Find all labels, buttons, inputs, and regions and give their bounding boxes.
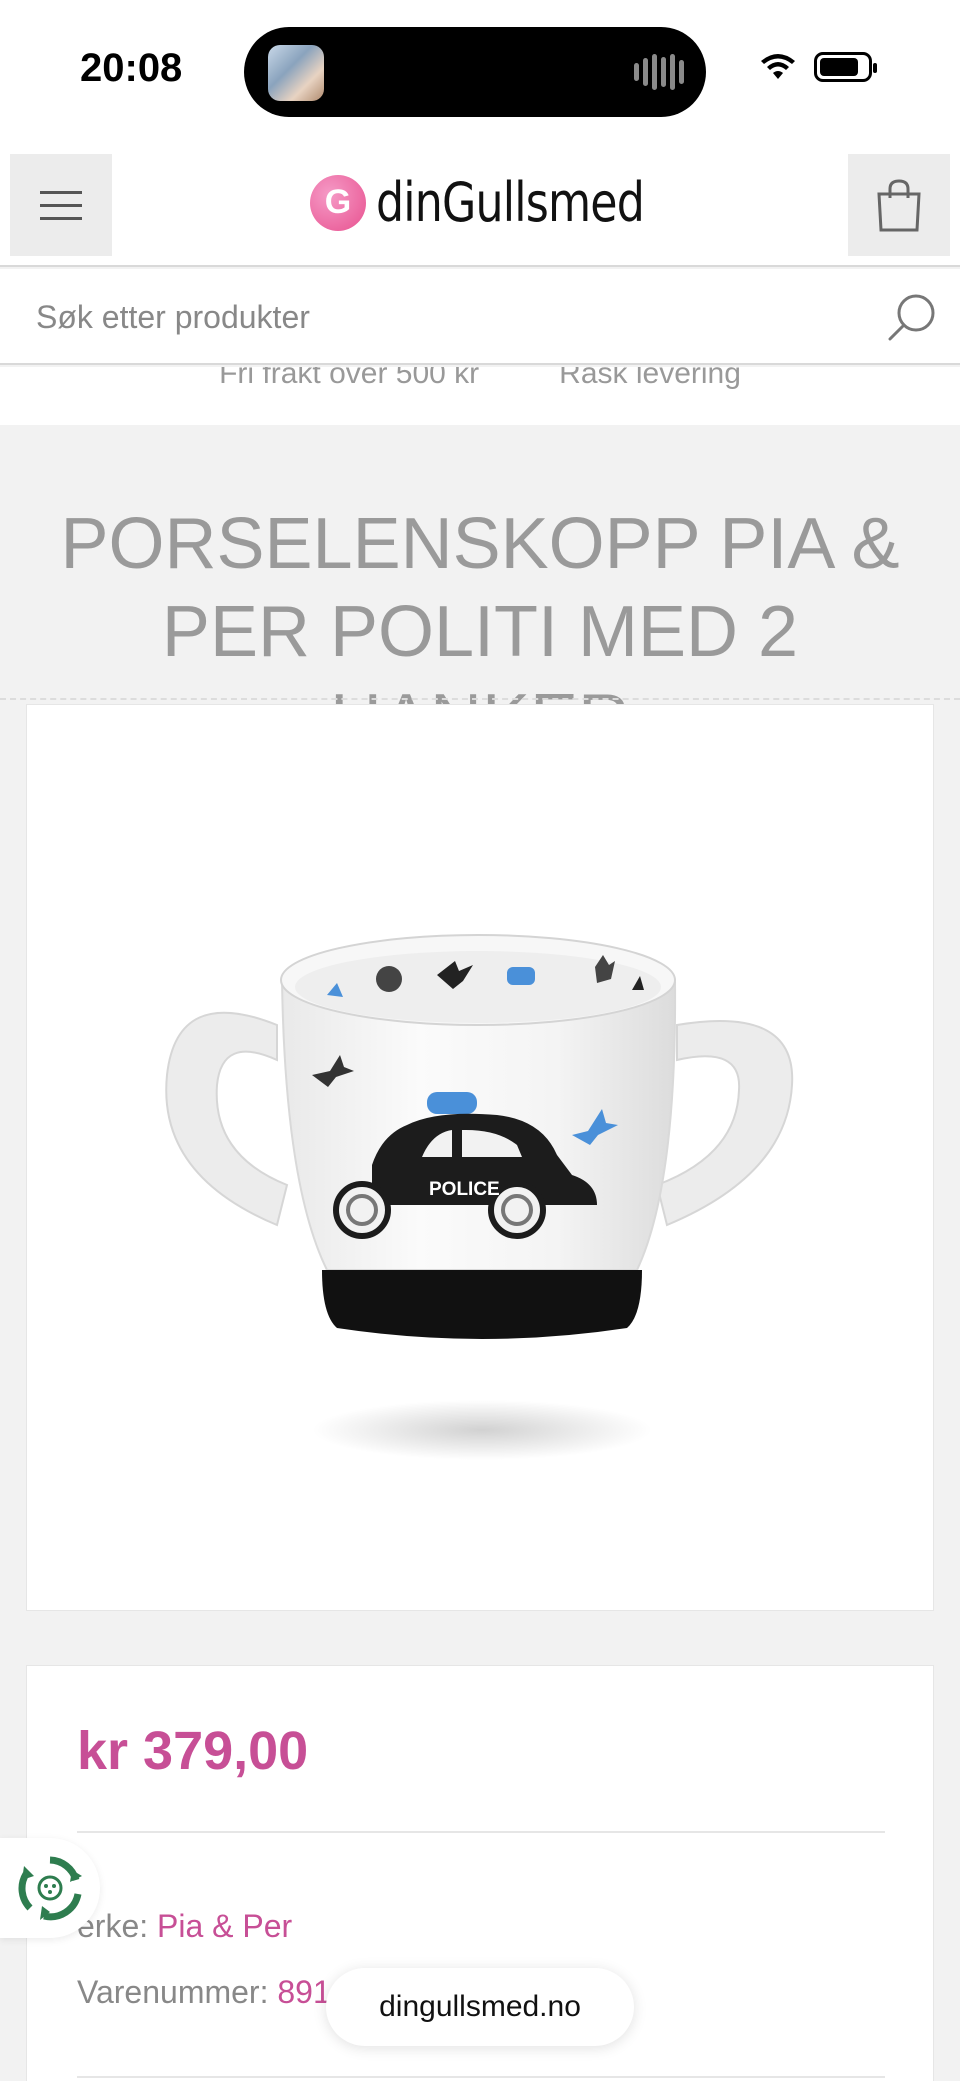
sku-row: Varenummer: 891( <box>77 1974 341 2011</box>
status-bar: 20:08 <box>0 0 960 145</box>
product-price: kr 379,00 <box>77 1721 309 1781</box>
usp-free-shipping: Fri frakt over 500 kr <box>219 367 480 390</box>
search-input[interactable] <box>36 295 836 339</box>
divider <box>0 698 960 700</box>
status-time: 20:08 <box>80 46 183 90</box>
brand-link[interactable]: Pia & Per <box>157 1908 292 1944</box>
status-icons <box>760 52 877 82</box>
mug-illustration: POLICE <box>165 934 794 1460</box>
cart-button[interactable] <box>848 154 950 256</box>
site-logo[interactable]: G dinGullsmed <box>310 171 703 234</box>
audio-wave-icon <box>634 54 684 90</box>
usp-fast-delivery: Rask levering <box>559 367 741 390</box>
search-bar <box>0 269 960 365</box>
url-text: dingullsmed.no <box>379 1990 581 2023</box>
hamburger-icon <box>40 190 82 194</box>
product-image[interactable]: POLICE <box>26 704 934 1611</box>
menu-button[interactable] <box>10 154 112 256</box>
url-bar-pill[interactable]: dingullsmed.no <box>326 1968 634 2046</box>
sku-label: Varenummer: <box>77 1974 269 2010</box>
recycle-button[interactable] <box>0 1838 100 1938</box>
mug-police-label: POLICE <box>429 1179 500 1200</box>
wifi-icon <box>761 54 795 79</box>
recycle-icon <box>18 1856 82 1921</box>
logo-text: dinGullsmed <box>376 171 645 234</box>
search-icon[interactable] <box>886 291 938 343</box>
shopping-bag-icon <box>877 179 921 232</box>
usp-strip: Fri frakt over 500 kr Rask levering <box>0 367 960 425</box>
brand-row: erke: Pia & Per <box>77 1908 292 1945</box>
logo-mark: G <box>310 174 366 231</box>
divider <box>77 1831 885 1833</box>
dynamic-island[interactable] <box>244 27 706 117</box>
site-header: G dinGullsmed <box>0 145 960 267</box>
battery-icon <box>814 52 877 82</box>
now-playing-thumbnail <box>268 45 324 101</box>
divider <box>77 2076 885 2078</box>
